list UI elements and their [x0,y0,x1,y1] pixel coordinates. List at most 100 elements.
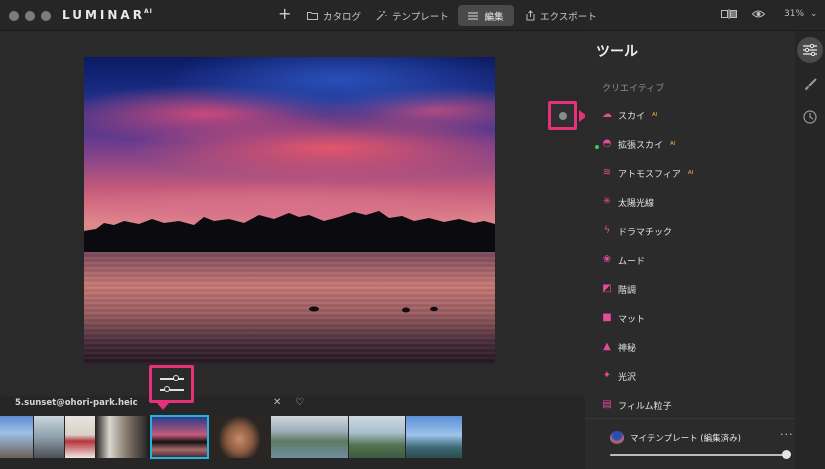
filmstrip-thumbnail[interactable] [209,416,270,458]
zoom-dropdown[interactable]: 31% ⌄ [784,9,817,19]
compare-icon [721,9,737,19]
eye-icon [751,10,766,18]
share-icon [526,10,535,21]
edited-indicator-callout [149,365,194,410]
tool-item-label: 階調 [618,285,637,296]
square-icon: ■ [602,312,612,323]
add-photos-button[interactable]: + [278,3,291,24]
tab-edit-label: 編集 [484,11,504,23]
lotus-icon: ❀ [602,254,612,265]
tool-item-label: 光沢 [618,372,637,383]
tool-item-label: フィルム粒子 [618,401,672,412]
slider-knob [173,375,179,381]
chevron-down-icon: ⌄ [809,9,818,19]
tool-item[interactable]: ❀ ムード [602,252,645,268]
tool-item-label: 太陽光線 [618,198,655,209]
preview-toggle-button[interactable] [751,9,766,22]
tab-catalog[interactable]: カタログ [307,5,361,26]
dome-icon: ◓ [602,138,612,149]
active-tool-indicator [595,145,599,149]
top-toolbar: LUMINARAI + カタログ テンプレート 編集 エクスポート 31% ⌄ [0,0,825,31]
history-tab-button[interactable] [797,104,823,130]
window-minimize-button[interactable] [25,11,35,21]
preset-name[interactable]: マイテンプレート (編集済み) [630,432,741,444]
photo-ducks [309,306,438,313]
slider-knob [164,386,170,392]
ai-badge: AI [687,170,694,176]
cloud-icon: ☁ [602,109,612,120]
slider-handle[interactable] [782,450,791,459]
brush-tab-button[interactable] [797,71,823,97]
tool-item[interactable]: ϟ ドラマチック [602,223,672,239]
tool-item[interactable]: ▤ フィルム粒子 [602,397,672,413]
sun-handle-dot [559,112,567,120]
tool-item[interactable]: ✦ 光沢 [602,368,636,384]
tool-item-label: スカイ [618,111,646,122]
tab-templates-label: テンプレート [392,11,449,23]
filename-label: 5.sunset@ohori-park.heic [15,398,138,408]
sun-position-handle[interactable] [548,101,587,130]
preset-bar: マイテンプレート (編集済み) ··· [585,418,795,469]
film-icon: ▤ [602,399,612,410]
bucket-icon: ◩ [602,283,612,294]
sparkle-icon: ✦ [602,370,612,381]
tab-export[interactable]: エクスポート [526,5,597,26]
filmstrip-thumbnail-selected[interactable] [150,415,209,459]
filmstrip-thumbnail[interactable] [349,416,405,458]
tab-edit[interactable]: 編集 [458,5,514,26]
folder-icon [307,12,318,20]
sun-rays-icon: ✳ [602,196,612,207]
tool-item-label: ムード [618,256,646,267]
filmstrip-thumbnail[interactable] [406,416,462,458]
mountain-icon: ▲ [603,341,611,352]
tool-item-label: アトモスフィア [618,169,681,180]
clock-icon [803,110,817,124]
tool-item[interactable]: ☁ スカイ AI [602,107,657,123]
ai-badge: AI [652,112,658,118]
luminar-logo: LUMINARAI [62,8,153,22]
preset-amount-slider[interactable] [610,450,791,459]
filmstrip-thumbnail[interactable] [65,416,95,458]
window-close-button[interactable] [9,11,19,21]
tab-templates[interactable]: テンプレート [376,5,449,26]
magic-wand-icon [376,11,387,21]
main-photo[interactable] [84,57,495,364]
filmstrip-thumbnail[interactable] [34,416,64,458]
panel-title: ツール [596,44,638,60]
window-zoom-button[interactable] [41,11,51,21]
filmstrip-thumbnail[interactable] [96,416,150,458]
section-creative[interactable]: クリエイティブ [602,81,664,94]
tool-item-label: ドラマチック [618,227,673,238]
right-icon-rail [795,31,825,469]
tool-item[interactable]: ◩ 階調 [602,281,636,297]
slider-line [160,378,184,380]
bolt-icon: ϟ [603,225,611,236]
more-options-icon[interactable]: ··· [780,428,794,441]
tab-catalog-label: カタログ [323,11,362,23]
tools-tab-button[interactable] [797,37,823,63]
sliders-icon [803,44,817,56]
favorite-button[interactable]: ♡ [295,397,304,408]
zoom-level: 31% [784,9,805,19]
ai-badge: AI [670,141,676,147]
filmstrip-thumbnail[interactable] [271,416,348,458]
preset-thumbnail[interactable] [610,431,624,445]
tool-item-label: 神秘 [618,343,637,354]
tool-item[interactable]: ≋ アトモスフィア AI [602,165,693,181]
tab-export-label: エクスポート [540,11,597,23]
heart-icon: ♡ [295,397,304,408]
tool-item-label: 拡張スカイ [618,140,664,151]
brush-icon [804,77,817,90]
tool-item[interactable]: ▲ 神秘 [602,339,636,355]
tool-item[interactable]: ✳ 太陽光線 [602,194,654,210]
filmstrip [0,415,585,459]
sliders-icon [468,12,479,19]
close-icon: ✕ [273,397,282,408]
filmstrip-thumbnail[interactable] [0,416,33,458]
reject-button[interactable]: ✕ [273,397,281,408]
tool-item[interactable]: ◓ 拡張スカイ AI [602,136,676,152]
tool-item[interactable]: ■ マット [602,310,645,326]
tools-panel: ツール クリエイティブ ☁ スカイ AI ◓ 拡張スカイ AI ≋ アトモスフィア AI ✳ 太陽光… [585,31,795,469]
compare-view-button[interactable] [721,9,737,22]
tool-item-label: マット [618,314,646,325]
